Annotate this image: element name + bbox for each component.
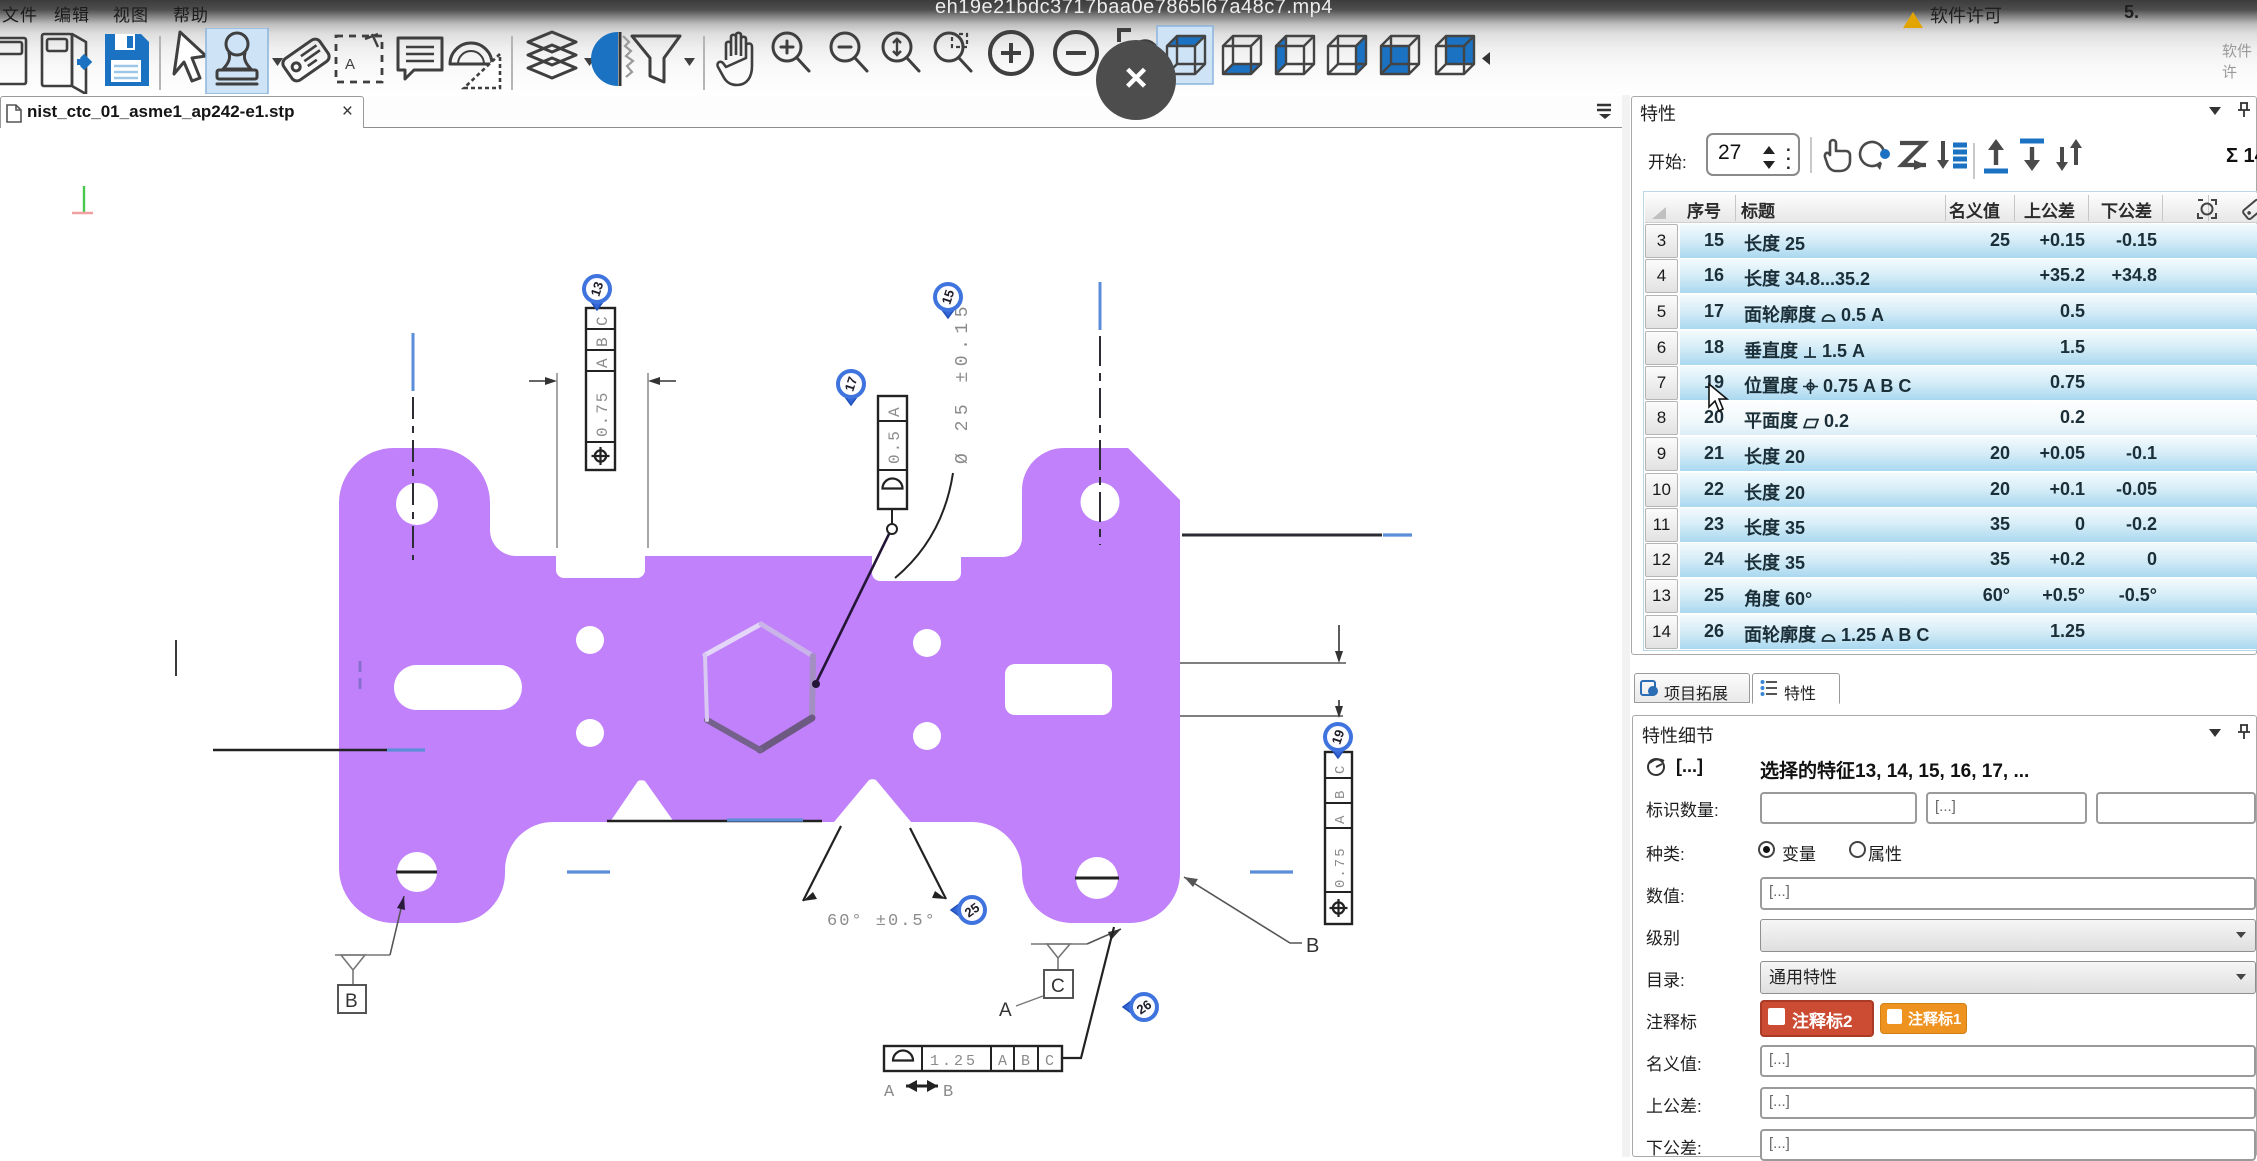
svg-text:C: C [1333,764,1349,774]
svg-text:0.5: 0.5 [886,429,904,464]
svg-text:A: A [1333,814,1349,824]
svg-text:A: A [998,1053,1007,1070]
svg-text:A: A [999,1000,1012,1021]
svg-text:0.75: 0.75 [594,391,612,437]
svg-text:A: A [345,56,355,73]
svg-text:C: C [1051,976,1065,997]
svg-text:B: B [345,991,358,1012]
svg-text:C: C [594,314,612,326]
svg-text:B: B [594,335,612,347]
svg-text:Ø 25 ±0.15: Ø 25 ±0.15 [953,301,973,464]
svg-text:B: B [1306,935,1319,957]
svg-text:A: A [594,356,612,368]
svg-text:60° ±0.5°: 60° ±0.5° [827,912,937,931]
svg-text:B: B [1021,1053,1030,1070]
svg-text:A: A [886,405,904,417]
svg-text:B: B [1333,789,1349,799]
svg-text:B: B [943,1083,953,1102]
svg-text:1.25: 1.25 [930,1053,978,1070]
svg-text:0.75: 0.75 [1333,846,1349,888]
svg-text:A: A [884,1083,895,1102]
svg-text:C: C [1045,1053,1054,1070]
